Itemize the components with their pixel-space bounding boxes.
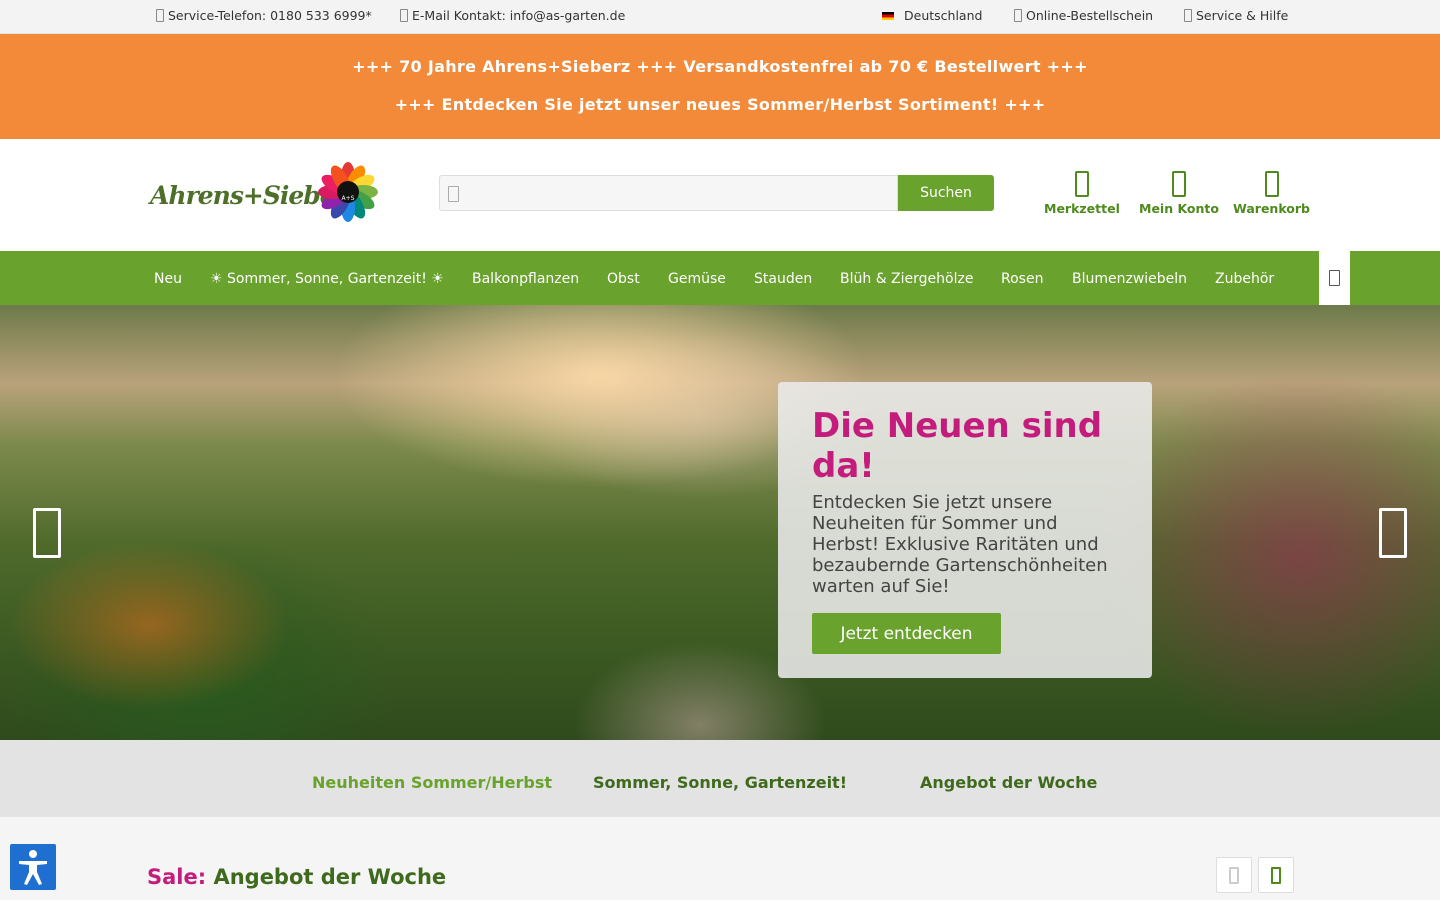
service-help-link[interactable]: Service & Hilfe [1184,8,1288,23]
section-title: Sale: Angebot der Woche [147,865,446,889]
carousel-next-button[interactable] [1258,857,1294,893]
search-form: Suchen [439,175,994,211]
online-order-form-text: Online-Bestellschein [1026,8,1154,23]
carousel-prev-button[interactable] [1216,857,1252,893]
user-icon [1171,171,1186,197]
heart-icon [1074,171,1089,197]
nav-item-stauden[interactable]: Stauden [754,271,812,287]
phone-icon [156,9,164,22]
hero-text: Entdecken Sie jetzt unsere Neuheiten für… [812,492,1108,597]
wishlist-link[interactable]: Merkzettel [1044,171,1120,216]
search-field[interactable] [439,175,898,211]
country-selector[interactable]: Deutschland [882,8,982,23]
chevron-left-icon [1229,867,1239,884]
online-order-form-link[interactable]: Online-Bestellschein [1014,8,1153,23]
accessibility-button[interactable] [10,844,56,890]
teaser-tabs: Neuheiten Sommer/Herbst Sommer, Sonne, G… [0,740,1440,817]
hero-prev-arrow[interactable] [33,508,61,558]
top-bar: Service-Telefon: 0180 533 6999* E-Mail K… [0,0,1440,34]
germany-flag-icon [882,11,894,20]
logo-badge-text: A+S [342,195,355,202]
account-label: Mein Konto [1139,201,1219,216]
nav-item-neu[interactable]: Neu [154,271,182,287]
site-header: Ahrens+Sieberz A+S Suchen Merkzettel Mei… [0,139,1440,251]
accessibility-icon [19,850,47,885]
nav-search-icon [1329,270,1340,286]
nav-item-obst[interactable]: Obst [607,271,640,287]
service-phone-link[interactable]: Service-Telefon: 0180 533 6999* [156,8,372,23]
flower-logo-icon: A+S [318,162,378,222]
help-icon [1184,9,1192,22]
cart-label: Warenkorb [1233,201,1310,216]
email-contact-text: E-Mail Kontakt: info@as-garten.de [412,8,626,23]
promo-banner: +++ 70 Jahre Ahrens+Sieberz +++ Versandk… [0,34,1440,139]
search-button[interactable]: Suchen [898,175,994,211]
hero-cta-button[interactable]: Jetzt entdecken [812,613,1001,654]
service-help-text: Service & Hilfe [1196,8,1289,23]
main-navigation: Neu ☀ Sommer, Sonne, Gartenzeit! ☀ Balko… [0,251,1440,305]
sale-label: Sale: [147,865,207,889]
country-text: Deutschland [904,8,983,23]
hero-title: Die Neuen sind da! [812,406,1103,486]
nav-item-bluehgehoelze[interactable]: Blüh & Ziergehölze [840,271,973,287]
promo-line-2: +++ Entdecken Sie jetzt unser neues Somm… [394,95,1046,114]
wishlist-label: Merkzettel [1044,201,1120,216]
promo-line-1: +++ 70 Jahre Ahrens+Sieberz +++ Versandk… [352,57,1088,76]
document-icon [1014,9,1022,22]
tab-sommer[interactable]: Sommer, Sonne, Gartenzeit! [593,773,847,792]
nav-item-balkonpflanzen[interactable]: Balkonpflanzen [472,271,579,287]
nav-item-gemuese[interactable]: Gemüse [668,271,726,287]
hero-slider: Die Neuen sind da! Entdecken Sie jetzt u… [0,305,1440,740]
site-logo[interactable]: Ahrens+Sieberz A+S [150,161,380,223]
tab-angebot[interactable]: Angebot der Woche [920,773,1097,792]
service-phone-text: Service-Telefon: 0180 533 6999* [168,8,372,23]
search-input[interactable] [440,176,897,210]
search-icon [448,186,459,202]
section-title-text: Angebot der Woche [213,865,447,889]
nav-item-blumenzwiebeln[interactable]: Blumenzwiebeln [1072,271,1187,287]
nav-search-button[interactable] [1319,251,1350,305]
cart-icon [1264,171,1279,197]
email-contact-link[interactable]: E-Mail Kontakt: info@as-garten.de [400,8,625,23]
nav-item-sommer[interactable]: ☀ Sommer, Sonne, Gartenzeit! ☀ [210,271,444,287]
account-link[interactable]: Mein Konto [1139,171,1219,216]
nav-item-zubehoer[interactable]: Zubehör [1215,271,1274,287]
tab-neuheiten[interactable]: Neuheiten Sommer/Herbst [312,773,552,792]
cart-link[interactable]: Warenkorb [1233,171,1310,216]
nav-item-rosen[interactable]: Rosen [1001,271,1043,287]
envelope-icon [400,9,408,22]
hero-next-arrow[interactable] [1379,508,1407,558]
hero-card: Die Neuen sind da! Entdecken Sie jetzt u… [778,382,1152,678]
chevron-right-icon [1271,867,1281,884]
